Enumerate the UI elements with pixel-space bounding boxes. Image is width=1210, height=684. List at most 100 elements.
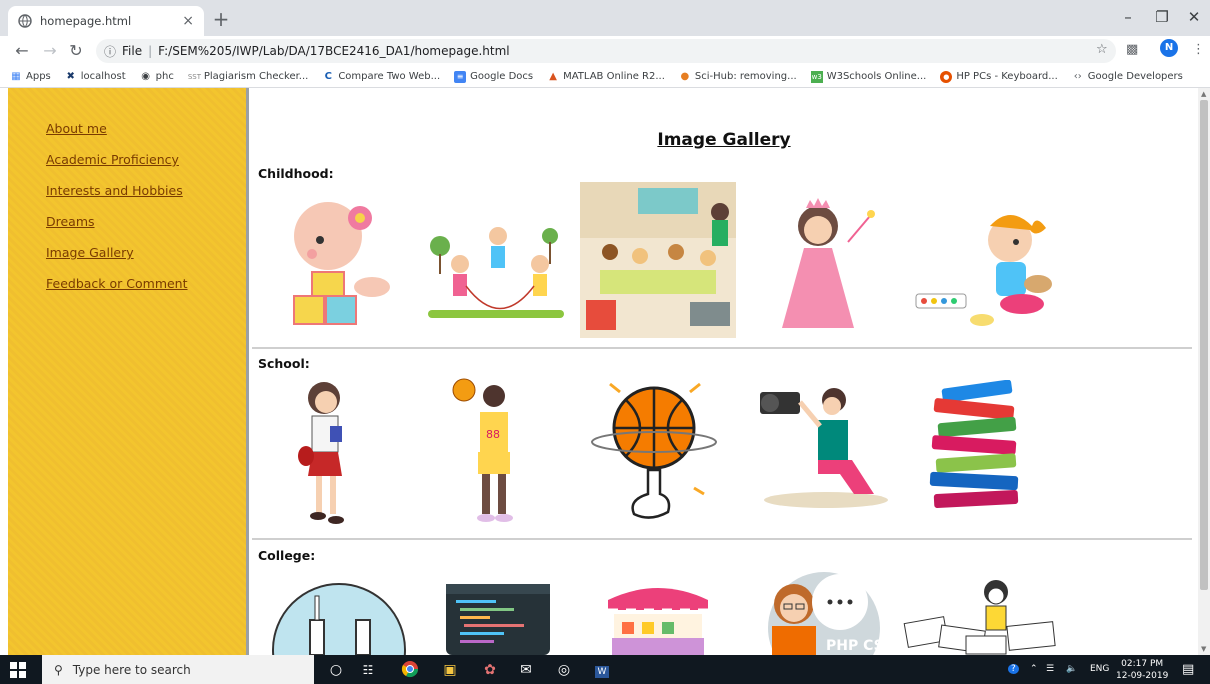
close-window-icon[interactable]: ✕	[1184, 8, 1204, 26]
photographer-image	[756, 380, 890, 510]
search-placeholder: Type here to search	[72, 662, 191, 677]
info-icon[interactable]: ⓘ	[104, 43, 116, 60]
bookmark-plagiarism[interactable]: SST Plagiarism Checker...	[188, 71, 309, 83]
sidebar-link-dreams[interactable]: Dreams	[46, 214, 95, 229]
bookmark-label: Sci-Hub: removing...	[694, 71, 797, 82]
svg-text:88: 88	[486, 428, 500, 441]
menu-kebab-icon[interactable]: ⋮	[1192, 42, 1205, 57]
taskbar-search-box[interactable]: ⚲ Type here to search	[42, 655, 314, 684]
browser-tab[interactable]: homepage.html ×	[8, 6, 204, 36]
windows-taskbar: ⚲ Type here to search ○ ☷ ▣ ✿ ✉ ◎ W ? ⌃ …	[0, 655, 1210, 684]
hp-icon: ●	[940, 70, 953, 83]
screen: homepage.html × + – ❐ ✕ ← → ↻ ⓘ File | F…	[0, 0, 1210, 684]
browser-toolbar: ← → ↻ ⓘ File | F:/SEM%205/IWP/Lab/DA/17B…	[0, 36, 1210, 66]
scrollbar-thumb[interactable]	[1200, 100, 1208, 590]
plagiarism-icon: SST	[187, 72, 201, 81]
bookmark-docs[interactable]: ≡ Google Docs	[454, 70, 533, 83]
web-page: About me Academic Proficiency Interests …	[0, 88, 1210, 655]
bookmark-label: W3Schools Online...	[826, 71, 927, 82]
paint-icon[interactable]: ✿	[480, 660, 500, 680]
globe-icon: ◉	[141, 70, 150, 82]
basketball-spin-image	[590, 376, 722, 526]
star-bookmark-icon[interactable]: ☆	[1096, 42, 1108, 57]
apps-grid-icon: ▦	[11, 70, 21, 82]
file-explorer-icon[interactable]: ▣	[440, 660, 460, 680]
bookmark-label: MATLAB Online R2...	[563, 71, 665, 82]
restore-icon[interactable]: ❐	[1152, 8, 1172, 26]
network-icon[interactable]: ☰	[1046, 655, 1054, 684]
scroll-down-icon[interactable]: ▼	[1201, 645, 1206, 653]
docs-icon: ≡	[454, 70, 467, 83]
tools-icon: ✖	[66, 70, 75, 82]
princess-image	[774, 192, 880, 332]
books-stack-image	[924, 380, 1030, 514]
sidebar-link-about-me[interactable]: About me	[46, 121, 107, 136]
extension-icon[interactable]: ▩	[1126, 42, 1138, 57]
groove-icon[interactable]: ◎	[554, 660, 574, 680]
profile-avatar[interactable]: N	[1160, 39, 1178, 57]
address-bar[interactable]: ⓘ File | F:/SEM%205/IWP/Lab/DA/17BCE2416…	[96, 39, 1116, 63]
bookmark-label: Plagiarism Checker...	[203, 71, 309, 82]
bookmark-phc[interactable]: ◉ phc	[140, 71, 174, 83]
system-clock[interactable]: 02:17 PM 12-09-2019	[1116, 658, 1168, 682]
tab-close-icon[interactable]: ×	[182, 13, 194, 29]
bookmark-w3schools[interactable]: w3 W3Schools Online...	[810, 70, 927, 83]
bookmarks-bar: ▦ Apps ✖ localhost ◉ phc SST Plagiarism …	[0, 66, 1210, 88]
section-divider	[252, 538, 1192, 540]
volume-icon[interactable]: 🔈	[1066, 655, 1077, 684]
clock-time: 02:17 PM	[1121, 659, 1164, 669]
tab-strip: homepage.html × + – ❐ ✕	[0, 0, 1210, 36]
notification-icon[interactable]: ▤	[1182, 655, 1194, 684]
compare-icon: C	[324, 70, 332, 82]
food-stall-image	[602, 578, 714, 655]
search-icon: ⚲	[54, 662, 63, 677]
bookmark-label: Compare Two Web...	[338, 71, 441, 82]
sidebar-link-feedback[interactable]: Feedback or Comment	[46, 276, 188, 291]
windows-start-icon[interactable]	[10, 662, 26, 678]
section-label-college: College:	[258, 548, 316, 563]
sidebar-link-academic-proficiency[interactable]: Academic Proficiency	[46, 152, 179, 167]
language-indicator[interactable]: ENG	[1090, 655, 1109, 684]
sidebar-link-image-gallery[interactable]: Image Gallery	[46, 245, 134, 260]
bookmark-localhost[interactable]: ✖ localhost	[65, 71, 126, 83]
kids-jump-rope-image	[420, 206, 568, 326]
child-painting-image	[912, 206, 1058, 334]
task-view-icon[interactable]: ☷	[358, 660, 378, 680]
classroom-image	[580, 182, 736, 338]
url-text: F:/SEM%205/IWP/Lab/DA/17BCE2416_DA1/home…	[158, 44, 510, 58]
word-icon[interactable]: W	[592, 660, 612, 680]
forward-arrow-icon[interactable]: →	[40, 41, 60, 61]
gallery-content: Image Gallery Childhood: School: 88 Coll…	[252, 88, 1196, 655]
bookmark-hp[interactable]: ● HP PCs - Keyboard...	[940, 70, 1058, 83]
minimize-icon[interactable]: –	[1118, 8, 1138, 26]
chevron-up-icon[interactable]: ⌃	[1030, 655, 1038, 684]
schoolgirl-image	[268, 376, 384, 528]
chrome-icon[interactable]	[400, 660, 420, 680]
bookmark-scihub[interactable]: ● Sci-Hub: removing...	[679, 71, 797, 83]
bookmark-apps[interactable]: ▦ Apps	[10, 70, 51, 83]
cortana-icon[interactable]: ○	[326, 660, 346, 680]
tab-title: homepage.html	[40, 14, 132, 28]
bookmark-label: phc	[155, 71, 174, 82]
mail-icon[interactable]: ✉	[516, 660, 536, 680]
matlab-icon: ▲	[549, 70, 557, 82]
reload-icon[interactable]: ↻	[66, 41, 86, 61]
sidebar-nav: About me Academic Proficiency Interests …	[8, 88, 246, 292]
sidebar-link-interests-hobbies[interactable]: Interests and Hobbies	[46, 183, 183, 198]
scroll-up-icon[interactable]: ▲	[1201, 90, 1206, 98]
help-icon[interactable]: ?	[1008, 655, 1019, 684]
bookmark-label: localhost	[80, 71, 126, 82]
new-tab-button[interactable]: +	[210, 8, 232, 30]
w3schools-icon: w3	[810, 70, 823, 83]
bookmark-label: Apps	[26, 71, 51, 82]
clock-date: 12-09-2019	[1116, 671, 1169, 681]
bookmark-matlab[interactable]: ▲ MATLAB Online R2...	[547, 71, 665, 83]
developers-icon: ‹›	[1073, 70, 1082, 82]
bookmark-label: HP PCs - Keyboard...	[956, 71, 1058, 82]
section-label-school: School:	[258, 356, 310, 371]
bookmark-developers[interactable]: ‹› Google Developers	[1072, 71, 1183, 83]
back-arrow-icon[interactable]: ←	[12, 41, 32, 61]
bookmark-compare[interactable]: C Compare Two Web...	[322, 71, 440, 83]
section-divider	[252, 347, 1192, 349]
page-scrollbar[interactable]: ▲ ▼	[1198, 88, 1210, 655]
